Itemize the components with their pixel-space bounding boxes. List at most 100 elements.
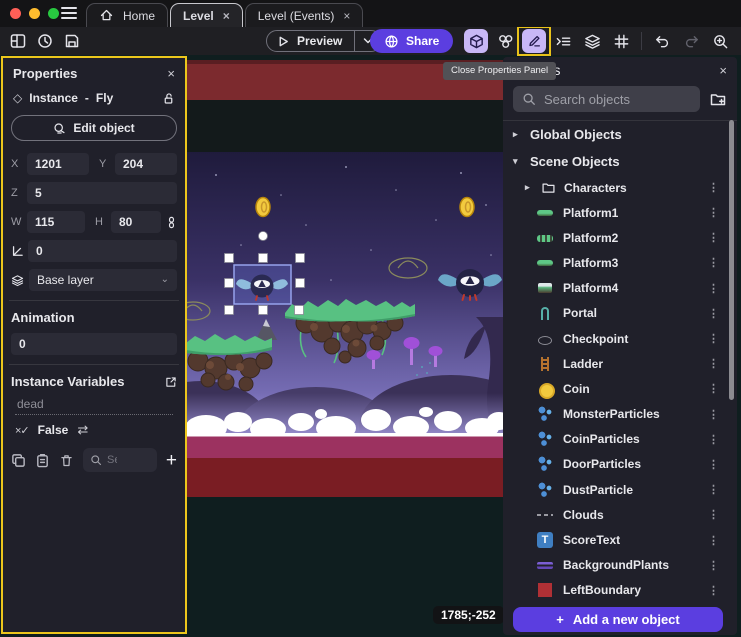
object-row[interactable]: Platform2 ⋮ [503,225,737,250]
close-icon[interactable]: × [167,66,175,81]
close-tab-icon[interactable]: × [343,9,350,23]
object-row[interactable]: Clouds ⋮ [503,502,737,527]
tab-home[interactable]: Home [86,3,168,27]
paste-icon[interactable] [35,453,50,468]
object-row[interactable]: Checkpoint ⋮ [503,326,737,351]
scene-canvas[interactable]: 1785;-252 Properties × ◇ Instance - Fly … [0,55,741,637]
tab-level-events[interactable]: Level (Events) × [245,3,364,27]
objects-scrollbar[interactable] [729,120,734,400]
swap-value-icon[interactable]: ⇄ [77,422,88,438]
object-row[interactable]: Coin ⋮ [503,376,737,401]
variables-search-input[interactable]: Search [83,448,157,472]
share-button[interactable]: Share [370,29,453,53]
kebab-menu-icon[interactable]: ⋮ [708,534,719,547]
object-row[interactable]: Portal ⋮ [503,301,737,326]
open-external-icon[interactable] [165,376,177,388]
cube-3d-icon[interactable] [464,29,488,53]
history-icon[interactable] [35,31,55,51]
object-row[interactable]: Platform1 ⋮ [503,200,737,225]
object-row[interactable]: Ladder ⋮ [503,351,737,376]
redo-icon[interactable] [679,29,703,53]
close-tab-icon[interactable]: × [223,9,230,23]
h-label: H [95,216,106,228]
outline-list-icon[interactable] [551,29,575,53]
object-row[interactable]: DustParticle ⋮ [503,477,737,502]
y-field[interactable]: 204 [115,153,177,175]
save-icon[interactable] [62,31,82,51]
x-field[interactable]: 1201 [27,153,89,175]
preview-button[interactable]: Preview [266,30,382,52]
minimize-window-icon[interactable] [29,8,40,19]
close-icon[interactable]: × [719,63,727,78]
edit-properties-icon[interactable] [522,29,546,53]
trash-icon[interactable] [737,29,741,53]
kebab-menu-icon[interactable]: ⋮ [708,408,719,421]
layers-icon[interactable] [580,29,604,53]
kebab-menu-icon[interactable]: ⋮ [708,508,719,521]
kebab-menu-icon[interactable]: ⋮ [708,256,719,269]
object-row[interactable]: LeftBoundary ⋮ [503,578,737,603]
edit-object-button[interactable]: Edit object [11,115,177,141]
rotate-handle[interactable] [259,232,268,241]
group-scene-objects[interactable]: ▾ Scene Objects [503,148,737,175]
kebab-menu-icon[interactable]: ⋮ [708,357,719,370]
object-row[interactable]: BackgroundPlants ⋮ [503,553,737,578]
particles-icon [537,482,553,498]
folder-characters[interactable]: ▸ Characters ⋮ [503,175,737,200]
instances-icon[interactable] [493,29,517,53]
maximize-window-icon[interactable] [48,8,59,19]
kebab-menu-icon[interactable]: ⋮ [708,483,719,496]
tab-bar: Home Level × Level (Events) × [86,0,365,27]
platform-snow-icon [537,280,553,296]
kebab-menu-icon[interactable]: ⋮ [708,458,719,471]
z-field[interactable]: 5 [27,182,177,204]
kebab-menu-icon[interactable]: ⋮ [708,332,719,345]
object-row[interactable]: DoorParticles ⋮ [503,452,737,477]
layer-select[interactable]: Base layer ⌄ [29,269,177,291]
kebab-menu-icon[interactable]: ⋮ [708,206,719,219]
scene-world[interactable] [186,55,503,637]
lock-open-icon[interactable] [162,92,175,105]
group-global-objects[interactable]: ▸ Global Objects [503,121,737,148]
undo-icon[interactable] [650,29,674,53]
height-field[interactable]: 80 [111,211,161,233]
kebab-menu-icon[interactable]: ⋮ [708,559,719,572]
kebab-menu-icon[interactable]: ⋮ [708,382,719,395]
add-variable-button[interactable]: + [166,451,177,470]
kebab-menu-icon[interactable]: ⋮ [708,433,719,446]
menu-icon[interactable] [61,5,77,21]
copy-icon[interactable] [11,453,26,468]
object-row[interactable]: CoinParticles ⋮ [503,427,737,452]
x-label: X [11,158,22,170]
kebab-menu-icon[interactable]: ⋮ [708,584,719,597]
add-new-object-button[interactable]: + Add a new object [513,607,723,632]
objects-search-input[interactable]: Search objects [513,86,700,112]
layout-panels-icon[interactable] [8,31,28,51]
search-icon [90,454,102,466]
grid-icon[interactable] [609,29,633,53]
preview-label: Preview [297,34,342,48]
kebab-menu-icon[interactable]: ⋮ [708,181,719,194]
instance-object-name: Fly [96,91,113,105]
variable-name[interactable]: dead [15,397,173,415]
kebab-menu-icon[interactable]: ⋮ [708,282,719,295]
trash-icon[interactable] [59,453,74,468]
selected-fly-instance[interactable] [234,265,291,304]
animation-field[interactable]: 0 [11,333,177,355]
kebab-menu-icon[interactable]: ⋮ [708,307,719,320]
y-label: Y [99,158,110,170]
kebab-menu-icon[interactable]: ⋮ [708,231,719,244]
width-field[interactable]: 115 [27,211,85,233]
variable-value[interactable]: False [38,423,69,437]
angle-field[interactable]: 0 [28,240,177,262]
object-row[interactable]: Platform3 ⋮ [503,250,737,275]
object-row[interactable]: ScoreText ⋮ [503,527,737,552]
close-window-icon[interactable] [10,8,21,19]
tab-level[interactable]: Level × [170,3,243,27]
zoom-in-icon[interactable] [708,29,732,53]
object-row[interactable]: Platform4 ⋮ [503,276,737,301]
object-row[interactable]: MonsterParticles ⋮ [503,402,737,427]
link-dimensions-icon[interactable] [166,215,177,230]
properties-title: Properties [13,66,77,81]
add-folder-icon[interactable] [709,90,727,108]
